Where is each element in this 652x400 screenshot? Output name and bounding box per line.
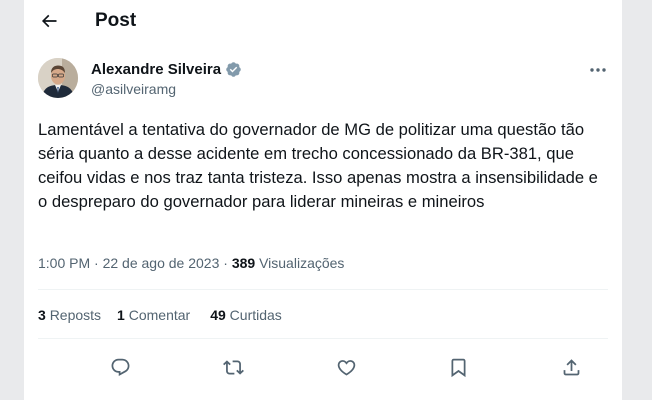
like-button[interactable]	[331, 352, 361, 382]
repost-icon	[222, 359, 244, 375]
reposts-count: 3	[38, 307, 46, 323]
post-date[interactable]: 22 de ago de 2023	[103, 255, 220, 271]
share-icon	[563, 358, 579, 375]
author-handle[interactable]: @asilveiramg	[91, 81, 176, 97]
avatar[interactable]	[38, 58, 78, 98]
reply-icon	[111, 358, 129, 376]
header: Post	[24, 0, 622, 42]
avatar-image	[38, 58, 78, 98]
reposts-stat[interactable]: 3 Reposts	[38, 307, 101, 323]
views-count: 389	[231, 255, 256, 271]
back-button[interactable]	[34, 6, 64, 36]
page-title: Post	[95, 10, 137, 31]
repost-button[interactable]	[218, 352, 248, 382]
reposts-label: Reposts	[49, 307, 102, 323]
comments-stat[interactable]: 1 Comentar	[117, 307, 190, 323]
meta-separator: ·	[223, 255, 228, 271]
likes-count: 49	[210, 307, 226, 323]
post-time[interactable]: 1:00 PM	[38, 255, 90, 271]
divider	[38, 289, 608, 290]
bookmark-icon	[451, 358, 465, 377]
post-text: Lamentável a tentativa do governador de …	[38, 120, 598, 211]
author-name-text: Alexandre Silveira	[91, 61, 222, 78]
more-options-button[interactable]	[584, 60, 612, 80]
bookmark-button[interactable]	[443, 352, 473, 382]
more-dots-icon	[590, 68, 606, 72]
author-row: Alexandre Silveira @asilveiramg	[38, 58, 618, 102]
comments-count: 1	[117, 307, 125, 323]
likes-label: Curtidas	[229, 307, 282, 323]
like-icon	[337, 359, 355, 376]
post-meta: 1:00 PM · 22 de ago de 2023 · 389 Visual…	[38, 255, 344, 271]
likes-stat[interactable]: 49 Curtidas	[210, 307, 282, 323]
arrow-left-icon	[41, 14, 57, 28]
divider	[38, 338, 608, 339]
author-name[interactable]: Alexandre Silveira	[91, 61, 242, 78]
verified-badge-icon	[226, 62, 241, 77]
meta-separator: ·	[94, 255, 99, 271]
views-label: Visualizações	[259, 255, 345, 271]
reply-button[interactable]	[105, 352, 135, 382]
action-bar	[38, 352, 608, 382]
share-button[interactable]	[556, 352, 586, 382]
comments-label: Comentar	[128, 307, 191, 323]
post-panel: Post Alexandre Silveira @asilveiramg Lam…	[24, 0, 622, 400]
post-stats: 3 Reposts 1 Comentar 49 Curtidas	[38, 307, 282, 323]
